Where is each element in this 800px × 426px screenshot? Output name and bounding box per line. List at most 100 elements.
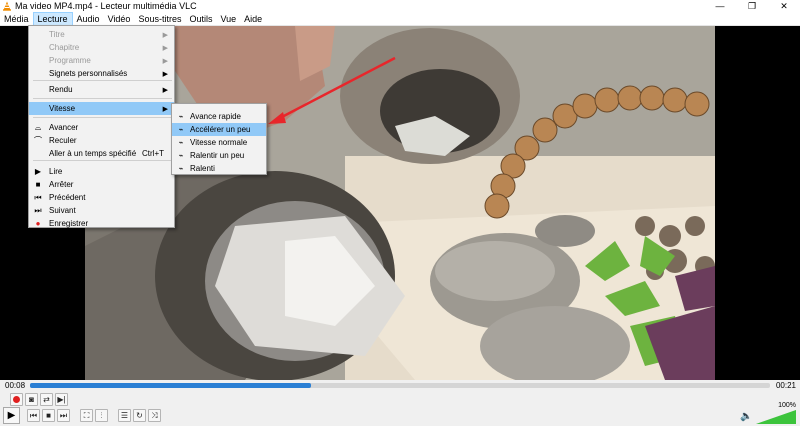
record-icon: [13, 396, 20, 403]
speed-icon: ⌁: [178, 151, 184, 160]
previous-icon: ⏮: [29, 410, 38, 420]
maximize-button[interactable]: ❐: [736, 0, 768, 12]
fullscreen-icon: ⛶: [83, 410, 90, 420]
menu-separator: [33, 98, 172, 99]
backward-icon: ⌒: [34, 136, 42, 145]
forward-icon: ⌓: [34, 122, 42, 132]
lecture-menu-item-vitesse[interactable]: Vitesse ▶: [29, 102, 174, 115]
menu-shortcut: Ctrl+T: [142, 149, 164, 158]
speed-icon: ⌁: [178, 112, 184, 121]
speed-submenu: ⌁ Avance rapide ⌁ Accélérer un peu ⌁ Vitesse …: [171, 103, 267, 175]
speed-icon: ⌁: [178, 125, 184, 134]
menu-item-label: Rendu: [49, 85, 73, 94]
seek-slider[interactable]: [30, 383, 770, 388]
total-time: 00:21: [775, 381, 796, 390]
menu-outils[interactable]: Outils: [185, 12, 216, 26]
play-icon: ▶: [7, 410, 16, 421]
menu-separator: [33, 160, 172, 161]
control-bar: ◙ ⇄ ▶| ▶ ⏮ ■ ⏭ ⛶ ⫶ ☰ ↻ ⤨ 100% 🔈: [0, 392, 800, 426]
volume-slider[interactable]: [756, 410, 796, 424]
title-bar: Ma video MP4.mp4 - Lecteur multimédia VL…: [0, 0, 800, 12]
frame-step-button[interactable]: ▶|: [55, 393, 68, 406]
speed-icon: ⌁: [178, 138, 184, 147]
camera-icon: ◙: [29, 395, 34, 404]
submenu-arrow-icon: ▶: [162, 70, 168, 78]
lecture-menu-item-reculer[interactable]: ⌒ Reculer: [29, 134, 174, 147]
menu-aide[interactable]: Aide: [240, 12, 266, 26]
menu-item-label: Précédent: [49, 193, 86, 202]
minimize-button[interactable]: —: [704, 0, 736, 12]
lecture-menu-item-precedent[interactable]: ⏮ Précédent: [29, 191, 174, 204]
speed-menu-item-vitesse-normale[interactable]: ⌁ Vitesse normale: [172, 136, 266, 149]
playlist-button[interactable]: ☰: [118, 409, 131, 422]
equalizer-icon: ⫶: [100, 410, 103, 420]
close-button[interactable]: ✕: [768, 0, 800, 12]
menu-item-label: Signets personnalisés: [49, 69, 128, 78]
menu-vue[interactable]: Vue: [216, 12, 240, 26]
menu-item-label: Lire: [49, 167, 63, 176]
menu-media[interactable]: Média: [0, 12, 33, 26]
stop-icon: ■: [35, 180, 41, 189]
lecture-menu-item-signets-personnalises[interactable]: Signets personnalisés ▶: [29, 67, 174, 80]
shuffle-button[interactable]: ⤨: [148, 409, 161, 422]
lecture-menu-item-chapitre: Chapitre ▶: [29, 41, 174, 54]
submenu-arrow-icon: ▶: [162, 105, 168, 113]
seek-bar: 00:08 00:21: [0, 380, 800, 392]
lecture-menu-item-suivant[interactable]: ⏭ Suivant: [29, 204, 174, 217]
menu-item-label: Vitesse: [49, 104, 76, 113]
stop-icon: ■: [46, 411, 51, 420]
submenu-arrow-icon: ▶: [162, 86, 168, 94]
shuffle-icon: ⤨: [151, 410, 158, 420]
lecture-menu-item-programme: Programme ▶: [29, 54, 174, 67]
speed-menu-item-ralenti[interactable]: ⌁ Ralenti: [172, 162, 266, 175]
menu-item-label: Reculer: [49, 136, 77, 145]
speed-menu-item-accelerer-un-peu[interactable]: ⌁ Accélérer un peu: [172, 123, 266, 136]
next-button[interactable]: ⏭: [57, 409, 70, 422]
lecture-menu-item-rendu[interactable]: Rendu ▶: [29, 83, 174, 96]
elapsed-time: 00:08: [5, 381, 26, 390]
menu-item-label: Chapitre: [49, 43, 80, 52]
menu-item-label: Arrêter: [49, 180, 74, 189]
play-button[interactable]: ▶: [3, 407, 20, 424]
playlist-icon: ☰: [120, 411, 129, 420]
loop-ab-icon: ⇄: [43, 395, 50, 404]
stop-button[interactable]: ■: [42, 409, 55, 422]
volume-control[interactable]: 100% 🔈: [740, 402, 796, 424]
extended-settings-button[interactable]: ⫶: [95, 409, 108, 422]
menu-separator: [33, 117, 172, 118]
lecture-menu-item-lire[interactable]: ▶ Lire: [29, 165, 174, 178]
speaker-icon[interactable]: 🔈: [740, 411, 752, 422]
previous-button[interactable]: ⏮: [27, 409, 40, 422]
menu-item-label: Ralenti: [190, 164, 215, 173]
frame-step-icon: ▶|: [57, 395, 66, 404]
lecture-menu-item-titre: Titre ▶: [29, 28, 174, 41]
record-icon: ●: [35, 219, 41, 228]
vlc-cone-icon: [3, 1, 11, 11]
menu-item-label: Titre: [49, 30, 65, 39]
loop-icon: ↻: [136, 411, 143, 420]
submenu-arrow-icon: ▶: [162, 57, 168, 65]
fullscreen-button[interactable]: ⛶: [80, 409, 93, 422]
menu-lecture[interactable]: Lecture: [32, 11, 73, 26]
window-title: Ma video MP4.mp4 - Lecteur multimédia VL…: [15, 1, 197, 11]
lecture-menu-item-aller-a-un-temps-specifie[interactable]: Aller à un temps spécifié Ctrl+T: [29, 147, 174, 160]
menu-separator: [33, 80, 172, 81]
submenu-arrow-icon: ▶: [162, 44, 168, 52]
loop-button[interactable]: ↻: [133, 409, 146, 422]
previous-icon: ⏮: [34, 192, 42, 202]
menu-item-label: Avancer: [49, 123, 79, 132]
lecture-menu-item-enregistrer[interactable]: ● Enregistrer: [29, 217, 174, 230]
submenu-arrow-icon: ▶: [162, 31, 168, 39]
record-button[interactable]: [10, 393, 23, 406]
speed-menu-item-ralentir-un-peu[interactable]: ⌁ Ralentir un peu: [172, 149, 266, 162]
snapshot-button[interactable]: ◙: [25, 393, 38, 406]
lecture-menu-item-arreter[interactable]: ■ Arrêter: [29, 178, 174, 191]
menu-video[interactable]: Vidéo: [104, 12, 135, 26]
loop-ab-button[interactable]: ⇄: [40, 393, 53, 406]
menu-item-label: Programme: [49, 56, 91, 65]
next-icon: ⏭: [34, 205, 42, 215]
speed-menu-item-avance-rapide[interactable]: ⌁ Avance rapide: [172, 110, 266, 123]
menu-audio[interactable]: Audio: [73, 12, 104, 26]
menu-sous-titres[interactable]: Sous-titres: [134, 12, 185, 26]
lecture-menu-item-avancer[interactable]: ⌓ Avancer: [29, 121, 174, 134]
